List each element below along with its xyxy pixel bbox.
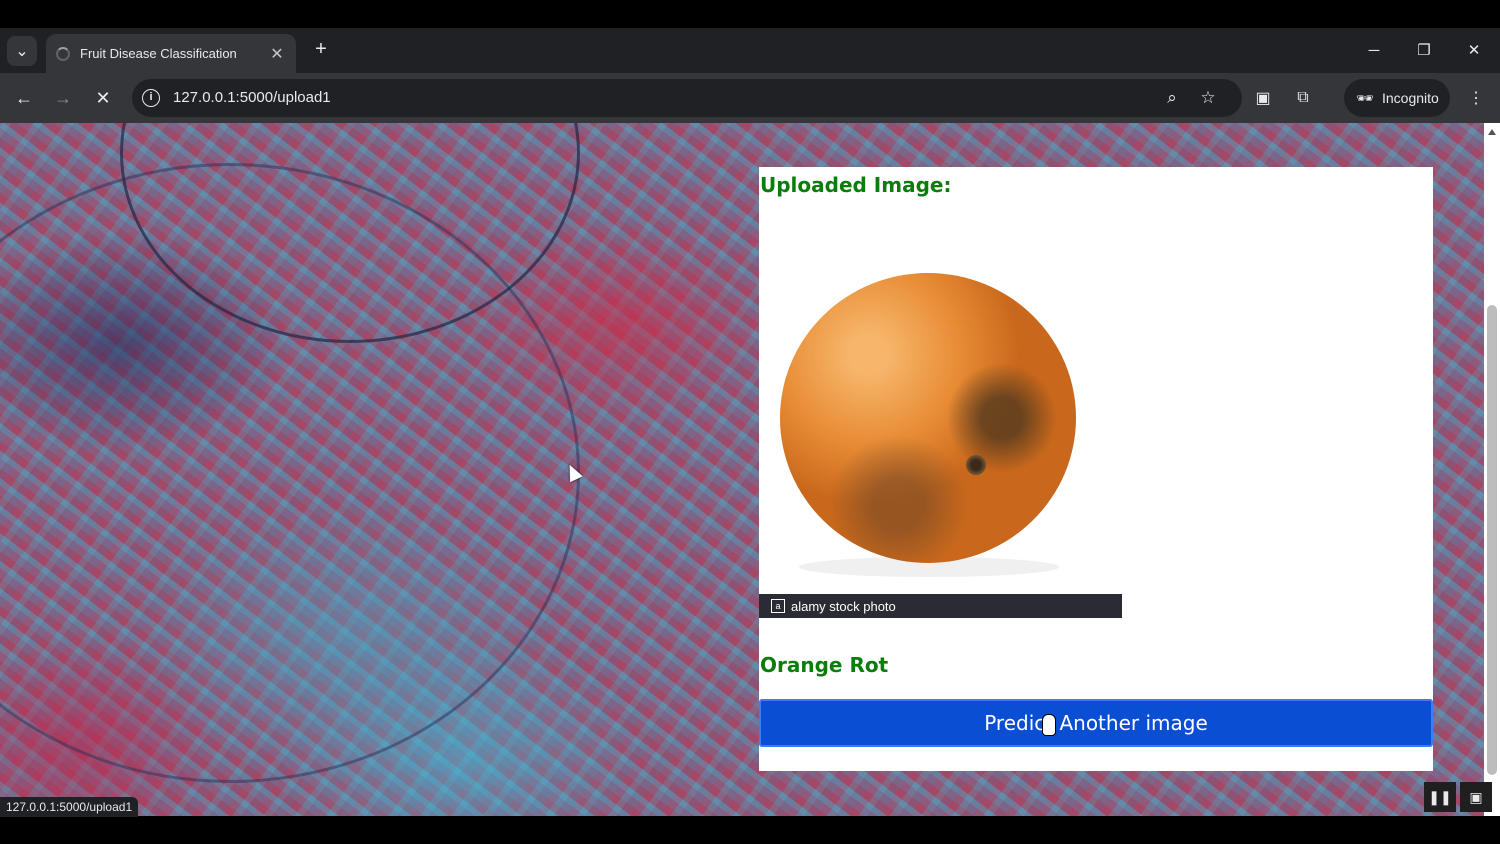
tab-title: Fruit Disease Classification bbox=[80, 46, 237, 61]
menu-icon[interactable]: ⋮ bbox=[1463, 85, 1489, 111]
tab-list-icon[interactable]: ⌄ bbox=[7, 36, 37, 66]
loading-spinner-icon bbox=[56, 46, 70, 61]
browser-tab[interactable]: Fruit Disease Classification ✕ bbox=[46, 34, 296, 73]
forward-icon[interactable]: → bbox=[50, 85, 76, 111]
back-icon[interactable]: ← bbox=[11, 85, 37, 111]
orange-stem bbox=[966, 455, 986, 475]
close-icon[interactable]: ✕ bbox=[268, 44, 286, 64]
url-text[interactable]: 127.0.0.1:5000/upload1 bbox=[173, 89, 331, 106]
address-bar[interactable]: i 127.0.0.1:5000/upload1 ⌕ ☆ bbox=[132, 79, 1242, 117]
watermark-bar: a alamy stock photo bbox=[759, 594, 1122, 618]
predict-another-button[interactable]: Predict Another image bbox=[759, 699, 1433, 747]
result-card: Uploaded Image: a alamy stock photo Oran… bbox=[759, 167, 1433, 771]
minimize-icon[interactable]: ─ bbox=[1360, 36, 1388, 64]
tab-bar: ⌄ Fruit Disease Classification ✕ + ─ ❐ ✕ bbox=[0, 28, 1500, 73]
zoom-icon[interactable]: ⌕ bbox=[1161, 87, 1183, 109]
plus-icon[interactable]: + bbox=[310, 38, 332, 60]
hand-cursor-icon bbox=[1042, 714, 1056, 736]
pause-icon[interactable]: ❚❚ bbox=[1424, 782, 1456, 812]
close-window-icon[interactable]: ✕ bbox=[1460, 36, 1488, 64]
star-icon[interactable]: ☆ bbox=[1197, 87, 1219, 109]
incognito-button[interactable]: 🕶 Incognito bbox=[1344, 79, 1450, 117]
vertical-scrollbar[interactable] bbox=[1484, 123, 1500, 816]
incognito-icon: 🕶 bbox=[1356, 89, 1374, 106]
scroll-up-icon[interactable] bbox=[1488, 129, 1496, 135]
browser-toolbar: ← → ✕ i 127.0.0.1:5000/upload1 ⌕ ☆ ▣ ⧉ 🕶… bbox=[0, 73, 1500, 123]
info-icon[interactable]: i bbox=[142, 89, 160, 107]
extensions-icon[interactable]: ⧉ bbox=[1290, 85, 1316, 111]
restore-icon[interactable]: ❐ bbox=[1410, 36, 1438, 64]
incognito-label: Incognito bbox=[1382, 90, 1439, 106]
screen-frame: ⌄ Fruit Disease Classification ✕ + ─ ❐ ✕… bbox=[0, 0, 1500, 844]
stop-icon[interactable]: ✕ bbox=[90, 85, 116, 111]
orange-fruit bbox=[780, 273, 1076, 563]
uploaded-fruit-image: a alamy stock photo bbox=[759, 267, 1122, 618]
profile-icon[interactable]: ▣ bbox=[1250, 85, 1276, 111]
alamy-logo-icon: a bbox=[771, 599, 785, 613]
status-url-bubble: 127.0.0.1:5000/upload1 bbox=[0, 797, 139, 817]
prediction-result: Orange Rot bbox=[760, 653, 889, 677]
page-viewport: Uploaded Image: a alamy stock photo Oran… bbox=[0, 123, 1484, 816]
picture-in-picture-icon[interactable]: ▣ bbox=[1460, 782, 1492, 812]
uploaded-image-heading: Uploaded Image: bbox=[760, 173, 952, 197]
watermark-text: alamy stock photo bbox=[791, 598, 896, 614]
scroll-thumb[interactable] bbox=[1487, 305, 1497, 775]
